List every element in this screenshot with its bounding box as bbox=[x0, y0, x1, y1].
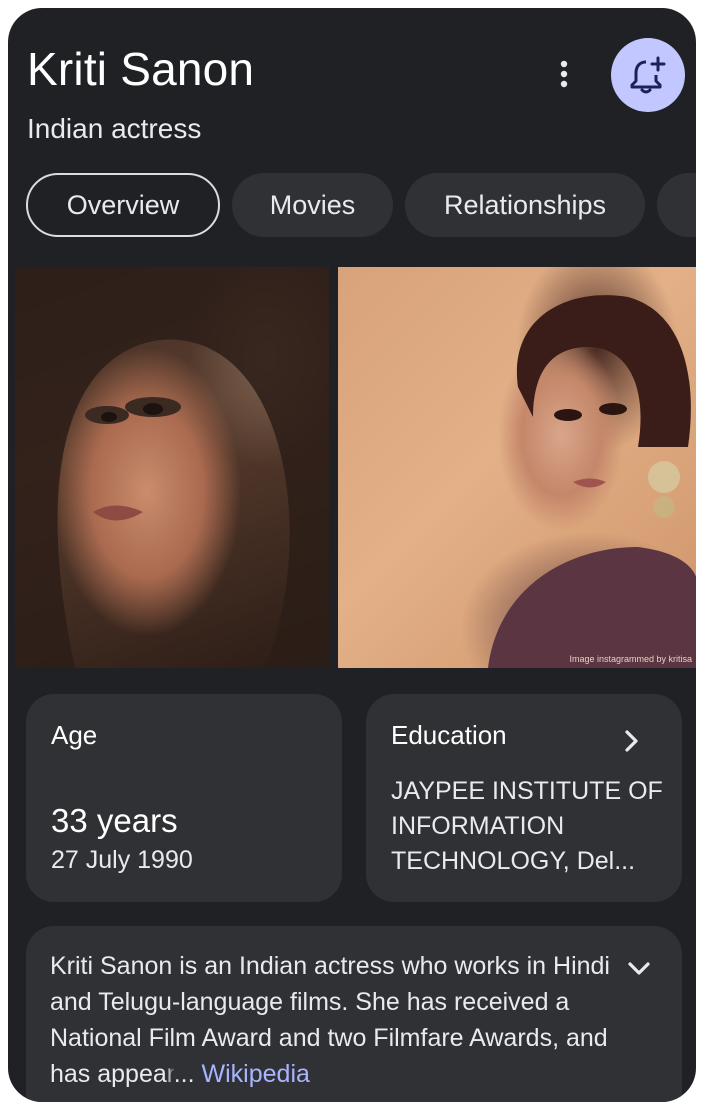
image-caption: Image instagrammed by kritisa bbox=[569, 654, 692, 664]
wikipedia-link[interactable]: Wikipedia bbox=[202, 1060, 310, 1088]
tab-more-partial[interactable] bbox=[657, 173, 696, 237]
description-ellipsis: ... bbox=[173, 1060, 195, 1088]
description-faded: r bbox=[166, 1060, 174, 1088]
tab-overview[interactable]: Overview bbox=[26, 173, 220, 237]
tab-movies[interactable]: Movies bbox=[232, 173, 393, 237]
page-subtitle: Indian actress bbox=[27, 113, 202, 144]
page-title: Kriti Sanon bbox=[27, 43, 255, 95]
more-options-button[interactable] bbox=[548, 54, 580, 94]
tab-relationships[interactable]: Relationships bbox=[405, 173, 645, 237]
chevron-down-icon[interactable] bbox=[624, 956, 654, 980]
age-value: 33 years bbox=[51, 802, 178, 839]
image-portrait-2[interactable]: Image instagrammed by kritisa bbox=[338, 267, 696, 668]
image-portrait-1[interactable] bbox=[15, 267, 329, 668]
tab-bar: Overview Movies Relationships bbox=[26, 173, 696, 237]
knowledge-panel: Kriti Sanon Indian actress Overview Movi… bbox=[8, 8, 696, 1102]
age-card: Age 33 years 27 July 1990 bbox=[26, 694, 342, 902]
more-vertical-icon bbox=[560, 60, 568, 88]
description-card[interactable]: Kriti Sanon is an Indian actress who wor… bbox=[26, 926, 682, 1102]
description-text: Kriti Sanon is an Indian actress who wor… bbox=[50, 948, 610, 1092]
bell-plus-icon bbox=[630, 56, 666, 94]
education-card[interactable]: Education JAYPEE INSTITUTE OF INFORMATIO… bbox=[366, 694, 682, 902]
education-label: Education bbox=[391, 720, 507, 750]
description-body: Kriti Sanon is an Indian actress who wor… bbox=[50, 952, 610, 1088]
birth-date: 27 July 1990 bbox=[51, 846, 193, 874]
education-value: JAYPEE INSTITUTE OF INFORMATION TECHNOLO… bbox=[391, 777, 663, 875]
follow-notification-button[interactable] bbox=[611, 38, 685, 112]
age-label: Age bbox=[51, 720, 98, 750]
portrait-illustration-2 bbox=[488, 295, 696, 668]
portrait-illustration bbox=[15, 267, 329, 668]
chevron-right-icon bbox=[625, 730, 638, 752]
